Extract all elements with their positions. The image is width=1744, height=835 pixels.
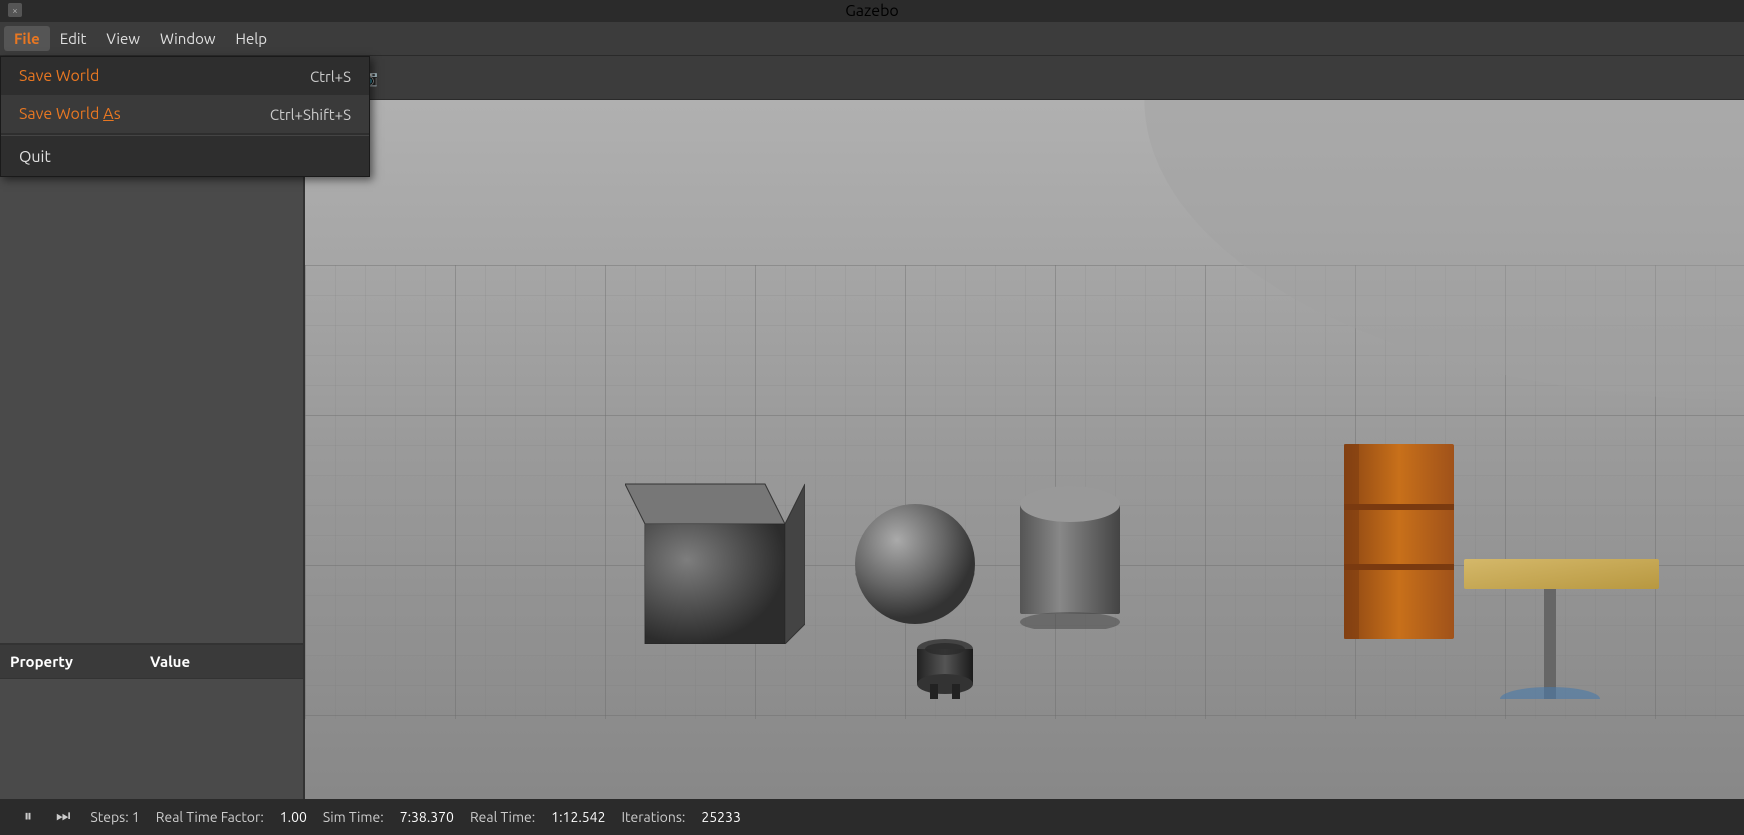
sim-time-label: Sim Time: (323, 809, 384, 825)
real-time-value: 1:12.542 (551, 809, 605, 825)
menu-bar: File Edit View Window Help (0, 22, 1744, 56)
menu-save-world[interactable]: Save World Ctrl+S (1, 57, 369, 95)
real-time-label: Real Time: (470, 809, 535, 825)
real-time-factor-label: Real Time Factor: (156, 809, 264, 825)
window-close-button[interactable]: × (8, 3, 22, 17)
property-table-header: Property Value (0, 645, 303, 679)
save-world-as-shortcut: Ctrl+Shift+S (270, 106, 351, 123)
menu-file[interactable]: File (4, 26, 50, 51)
save-world-shortcut: Ctrl+S (310, 68, 351, 85)
table-object (1464, 519, 1664, 699)
main-layout: ▶ Models ▶ Lights Property Value (0, 100, 1744, 799)
viewport[interactable] (305, 100, 1744, 799)
iterations-label: Iterations: (621, 809, 685, 825)
quit-label: Quit (19, 148, 51, 166)
menu-divider (1, 135, 369, 136)
value-col-header: Value (140, 645, 303, 678)
status-bar: ⏸ ⏭ Steps: 1 Real Time Factor: 1.00 Sim … (0, 799, 1744, 835)
property-col-header: Property (0, 645, 140, 678)
world-tree: ▶ Models ▶ Lights (0, 100, 303, 643)
menu-save-world-as[interactable]: Save World As Ctrl+Shift+S (1, 95, 369, 133)
title-bar: × Gazebo (0, 0, 1744, 22)
save-world-as-label: Save World As (19, 105, 121, 123)
file-dropdown: Save World Ctrl+S Save World As Ctrl+Shi… (0, 56, 370, 177)
real-time-factor-value: 1.00 (280, 809, 307, 825)
robot-object (905, 624, 985, 704)
iterations-value: 25233 (701, 809, 740, 825)
scene-canvas (305, 100, 1744, 799)
pause-button[interactable]: ⏸ (20, 806, 36, 828)
cylinder-object (1005, 474, 1135, 629)
property-panel: Property Value (0, 643, 303, 799)
menu-view[interactable]: View (96, 26, 150, 51)
step-button[interactable]: ⏭ (52, 806, 74, 828)
sphere-object (845, 499, 985, 639)
menu-edit[interactable]: Edit (50, 26, 97, 51)
sim-time-value: 7:38.370 (400, 809, 454, 825)
cube-object (625, 464, 805, 644)
window-title: Gazebo (845, 2, 899, 20)
menu-quit[interactable]: Quit (1, 138, 369, 176)
property-content (0, 679, 303, 799)
left-panel: ▶ Models ▶ Lights Property Value (0, 100, 305, 799)
save-world-label: Save World (19, 67, 99, 85)
menu-window[interactable]: Window (150, 26, 226, 51)
menu-help[interactable]: Help (226, 26, 277, 51)
steps-label: Steps: 1 (90, 809, 139, 825)
bookshelf-object (1339, 444, 1459, 644)
